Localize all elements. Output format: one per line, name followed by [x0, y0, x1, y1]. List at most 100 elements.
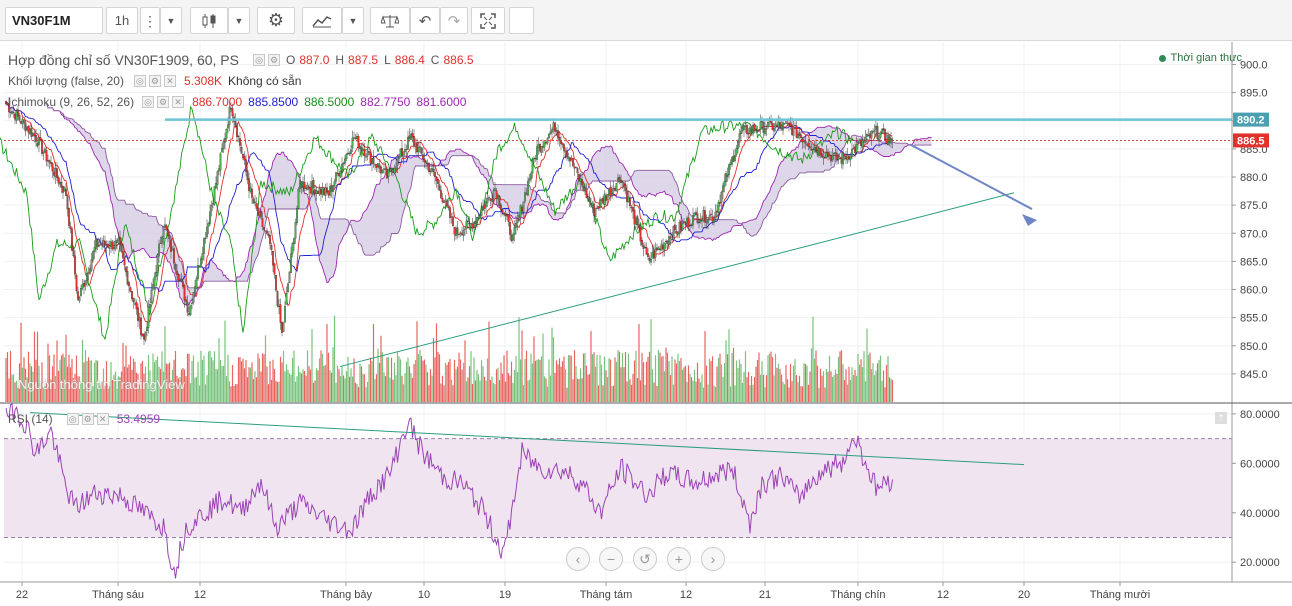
candle-body [717, 202, 720, 213]
eye-icon[interactable]: ◎ [66, 413, 79, 425]
settings-small-icon[interactable]: ⚙ [268, 54, 280, 66]
candle-body [144, 331, 147, 341]
candle-body [48, 160, 51, 163]
candle-body [480, 209, 483, 217]
volume-bar [626, 381, 628, 402]
candle-body [366, 150, 369, 157]
candle-body [369, 152, 372, 164]
volume-bar [189, 383, 192, 402]
zoom-out-button[interactable]: − [599, 547, 623, 571]
compare-button[interactable] [370, 7, 410, 34]
volume-bar [468, 366, 471, 402]
settings-small-icon[interactable]: ⚙ [157, 96, 170, 108]
candle-body [356, 136, 358, 140]
candle-body [785, 121, 787, 123]
volume-bar [210, 357, 213, 402]
chart-style-chevron[interactable]: ▼ [228, 7, 250, 34]
volume-bar [636, 378, 639, 402]
volume-bar [524, 358, 526, 402]
settings-button[interactable]: ⚙ [257, 7, 295, 34]
candle-body [482, 206, 484, 210]
eye-icon[interactable]: ◎ [142, 96, 155, 108]
volume-bar [254, 371, 256, 402]
volume-bar [204, 384, 207, 402]
eye-icon[interactable]: ◎ [133, 75, 146, 87]
candle-body [221, 148, 223, 153]
candle-body [243, 156, 246, 161]
volume-bar [317, 370, 319, 402]
settings-small-icon[interactable]: ⚙ [81, 413, 94, 425]
eye-icon[interactable]: ◎ [253, 54, 265, 66]
volume-bar [47, 343, 49, 402]
fullscreen-button[interactable] [471, 7, 505, 34]
scroll-left-button[interactable]: ‹ [566, 547, 590, 571]
price-chart[interactable]: 900.0895.0890.0885.0880.0875.0870.0865.0… [0, 41, 1292, 606]
interval-chevron[interactable]: ▼ [160, 7, 182, 34]
zoom-in-button[interactable]: + [667, 547, 691, 571]
volume-bar [453, 359, 456, 402]
close-icon[interactable]: ✕ [172, 96, 185, 108]
candle-body [786, 122, 789, 124]
chart-style-button[interactable] [190, 7, 228, 34]
volume-bar [546, 386, 549, 402]
volume-bar [473, 357, 475, 402]
candle-body [807, 142, 810, 147]
snapshot-button[interactable] [509, 7, 534, 34]
volume-bar [8, 378, 10, 402]
symbol-input[interactable]: VN30F1M [5, 7, 103, 34]
candle-body [126, 270, 129, 285]
volume-bar [563, 356, 565, 402]
interval-dropdown[interactable]: ⋮ [140, 7, 160, 34]
volume-bar [762, 374, 765, 402]
candle-body [540, 146, 543, 153]
volume-bar [660, 356, 663, 402]
rsi-title: RSI (14) [8, 412, 53, 426]
candle-body [383, 168, 385, 170]
ichimoku-legend: Ichimoku (9, 26, 52, 26) ◎ ⚙ ✕ 886.7000 … [8, 94, 466, 110]
volume-bar [482, 366, 484, 402]
candle-body [716, 210, 718, 213]
volume-bar [230, 386, 232, 402]
volume-bar [396, 352, 399, 402]
volume-bar [458, 352, 460, 402]
volume-bar [5, 358, 7, 402]
volume-bar [12, 374, 15, 402]
candle-body [665, 241, 667, 242]
candle-body [161, 236, 163, 244]
candle-body [708, 215, 711, 220]
volume-bar [708, 358, 711, 402]
scroll-right-button[interactable]: › [701, 547, 725, 571]
close-icon[interactable]: ✕ [96, 413, 109, 425]
volume-bar [323, 365, 325, 402]
volume-bar [329, 370, 331, 402]
candle-body [663, 242, 666, 251]
candle-body [365, 156, 367, 158]
volume-bar [422, 360, 424, 402]
volume-bar [408, 366, 411, 402]
redo-button[interactable]: ↷ [440, 7, 468, 34]
candle-body [587, 196, 589, 197]
candle-body [455, 228, 457, 237]
candle-body [510, 234, 513, 241]
volume-bar [303, 371, 306, 402]
candle-body [684, 224, 687, 226]
maximize-pane-icon[interactable]: ⇡ [1215, 412, 1227, 424]
indicators-chevron[interactable]: ▼ [342, 7, 364, 34]
volume-bar [680, 358, 682, 402]
volume-bar [510, 361, 513, 402]
settings-small-icon[interactable]: ⚙ [148, 75, 161, 87]
candle-body [483, 205, 486, 209]
candle-body [98, 245, 100, 247]
candle-body [798, 132, 801, 137]
volume-bar [270, 379, 273, 402]
interval-button[interactable]: 1h [106, 7, 138, 34]
undo-button[interactable]: ↶ [410, 7, 440, 34]
volume-bar [248, 367, 250, 402]
reset-button[interactable]: ↺ [633, 547, 657, 571]
time-tick-label: Tháng mười [1090, 589, 1150, 601]
candle-body [821, 153, 823, 158]
candle-body [23, 120, 25, 123]
indicators-button[interactable] [302, 7, 342, 34]
close-icon[interactable]: ✕ [163, 75, 176, 87]
volume-bar [815, 350, 817, 402]
